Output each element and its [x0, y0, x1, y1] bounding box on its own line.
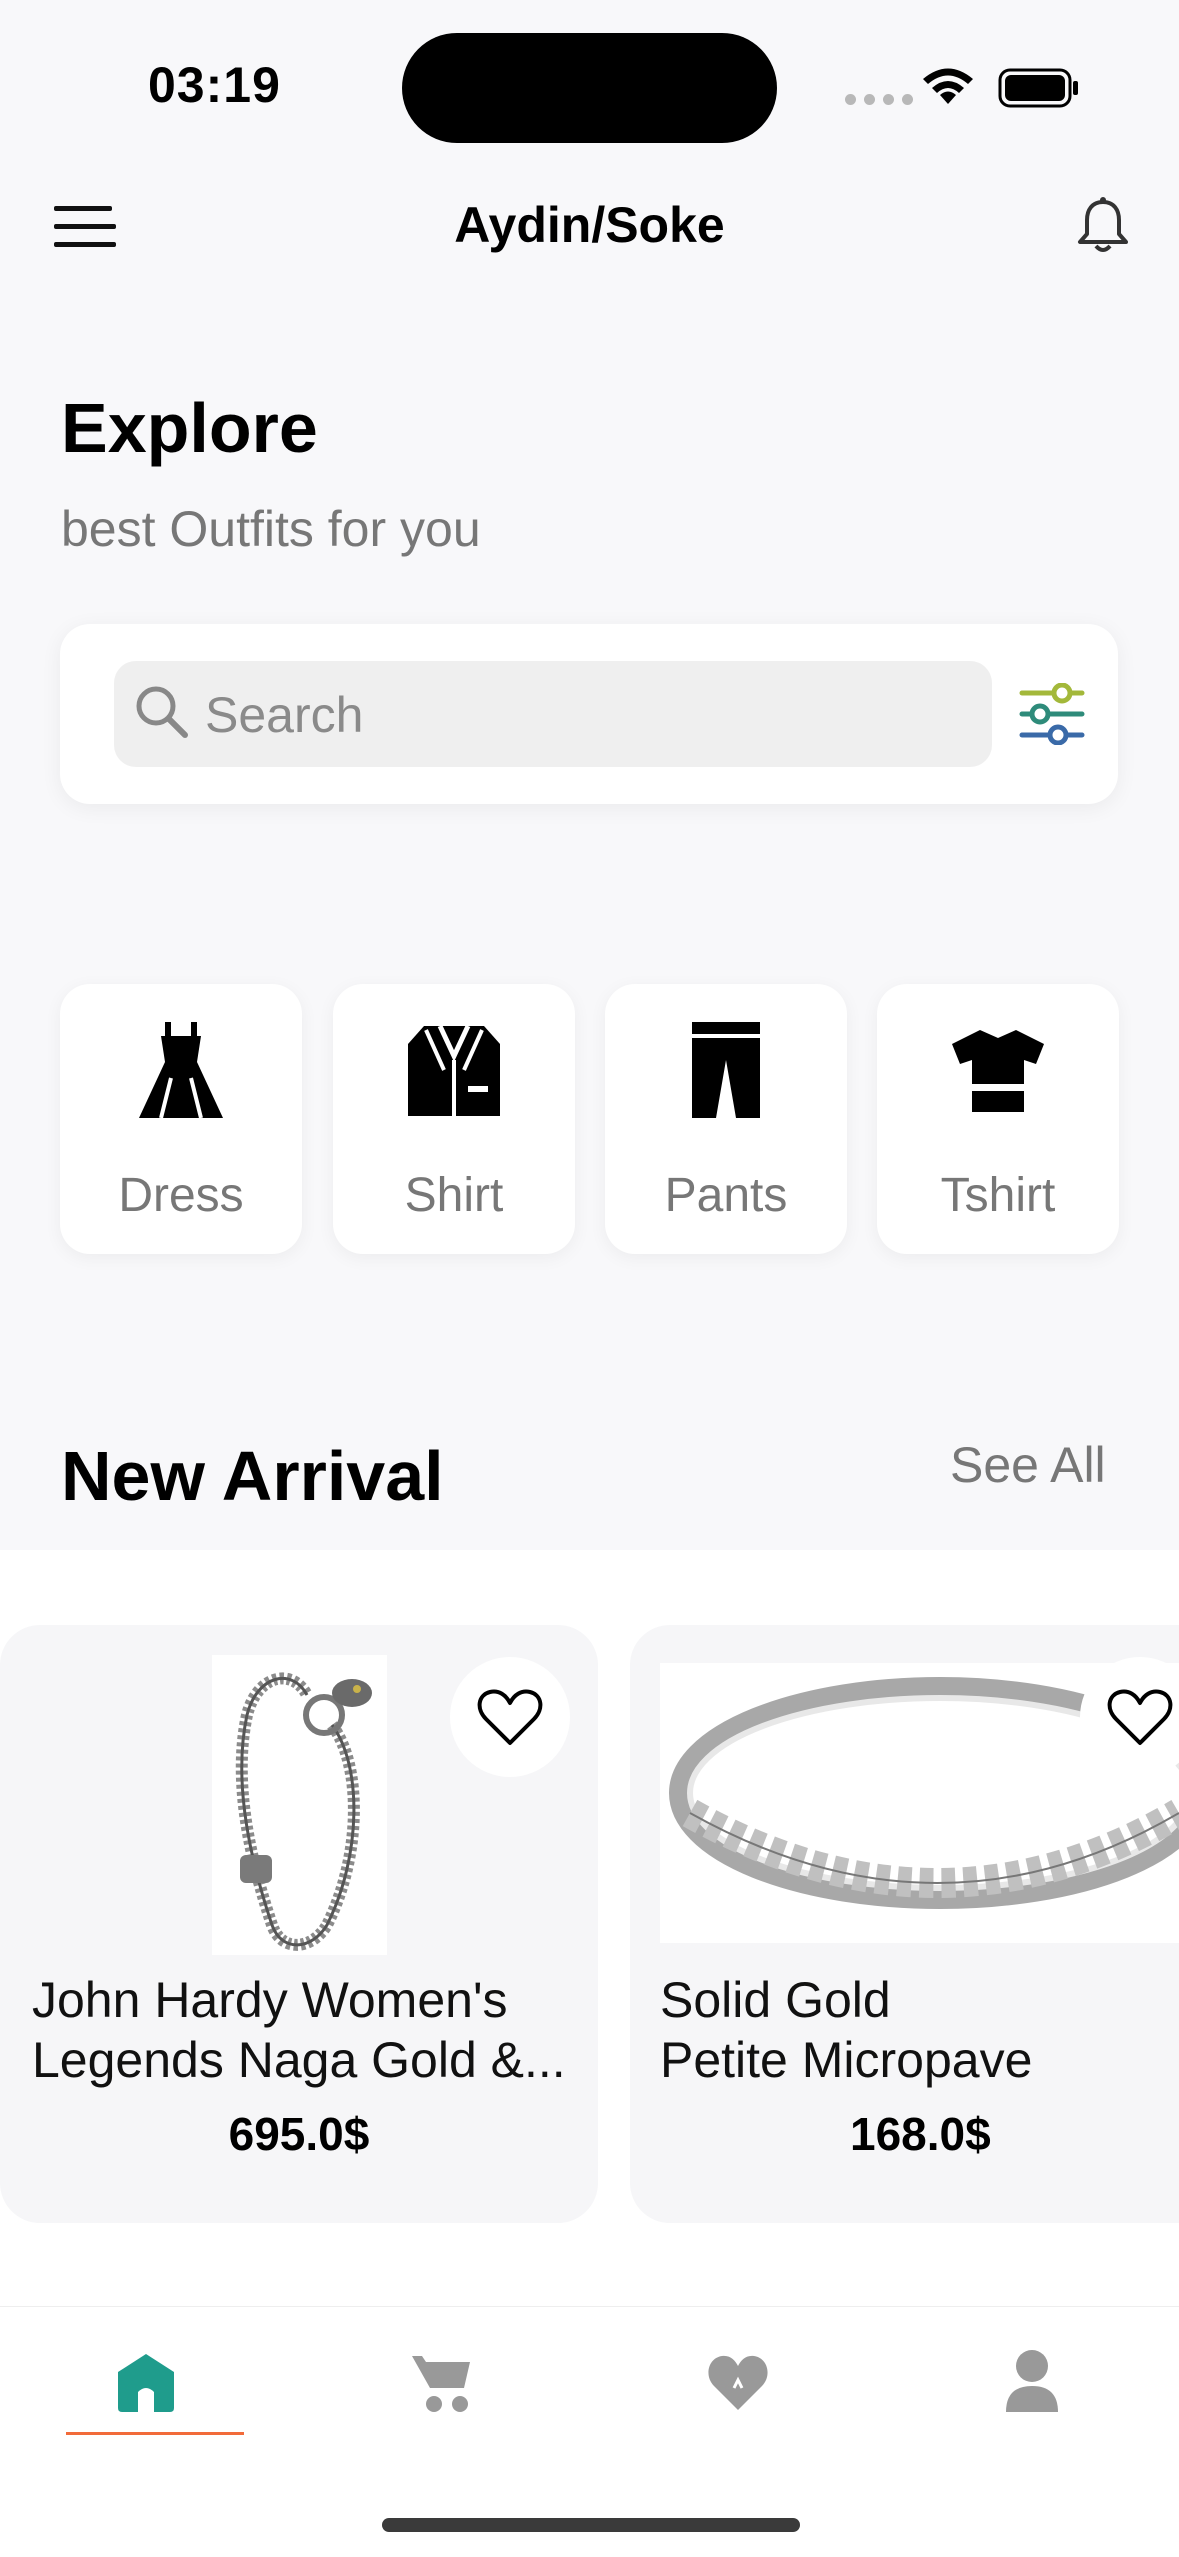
tab-cart[interactable]: [410, 2350, 474, 2419]
category-label: Shirt: [404, 1169, 504, 1222]
category-shirt[interactable]: Shirt: [333, 984, 575, 1254]
pants-icon: [676, 1020, 776, 1120]
product-name: John Hardy Women's Legends Naga Gold &..…: [32, 1970, 592, 2090]
heart-outline-icon: [477, 1689, 543, 1745]
notification-bell-icon[interactable]: [1072, 196, 1134, 258]
category-pants[interactable]: Pants: [605, 984, 847, 1254]
category-label: Pants: [664, 1169, 788, 1222]
product-card[interactable]: John Hardy Women's Legends Naga Gold &..…: [0, 1625, 598, 2223]
bracelet-image: [212, 1655, 387, 1955]
favorite-button[interactable]: [1080, 1657, 1179, 1777]
see-all-link[interactable]: See All: [950, 1436, 1106, 1494]
product-card[interactable]: Solid Gold Petite Micropave 168.0$: [630, 1625, 1179, 2223]
active-tab-indicator: [66, 2432, 244, 2435]
category-label: Tshirt: [940, 1169, 1056, 1222]
profile-icon: [1006, 2350, 1058, 2412]
product-name-line: Petite Micropave: [660, 2032, 1033, 2088]
dynamic-island: [402, 33, 777, 143]
product-name-line: John Hardy Women's: [32, 1972, 508, 2028]
category-label: Dress: [118, 1169, 244, 1222]
shirt-icon: [404, 1020, 504, 1120]
home-indicator: [382, 2518, 800, 2532]
search-icon: [134, 684, 190, 745]
section-title: New Arrival: [61, 1437, 444, 1515]
tab-favorites[interactable]: [706, 2352, 770, 2417]
tshirt-icon: [948, 1020, 1048, 1120]
product-name-line: Legends Naga Gold &...: [32, 2032, 566, 2088]
category-dress[interactable]: Dress: [60, 984, 302, 1254]
cellular-signal-icon: [845, 94, 913, 105]
search-placeholder: Search: [205, 687, 364, 743]
battery-icon: [998, 68, 1080, 113]
cart-icon: [412, 2356, 470, 2412]
filter-icon[interactable]: [1018, 682, 1088, 746]
tab-profile[interactable]: [1002, 2348, 1062, 2419]
dress-icon: [131, 1020, 231, 1120]
home-icon: [118, 2354, 174, 2412]
status-time: 03:19: [148, 57, 281, 113]
heart-outline-icon: [1107, 1689, 1173, 1745]
location-title: Aydin/Soke: [454, 197, 725, 253]
product-price: 695.0$: [228, 2108, 370, 2160]
product-price: 168.0$: [850, 2108, 991, 2160]
page-subtitle: best Outfits for you: [61, 501, 481, 557]
page-title: Explore: [61, 389, 318, 467]
favorites-icon: [708, 2355, 768, 2410]
product-name: Solid Gold Petite Micropave: [660, 1970, 1179, 2090]
tab-home[interactable]: [114, 2350, 178, 2419]
category-tshirt[interactable]: Tshirt: [877, 984, 1119, 1254]
favorite-button[interactable]: [450, 1657, 570, 1777]
product-name-line: Solid Gold: [660, 1972, 891, 2028]
wifi-icon: [920, 64, 976, 113]
